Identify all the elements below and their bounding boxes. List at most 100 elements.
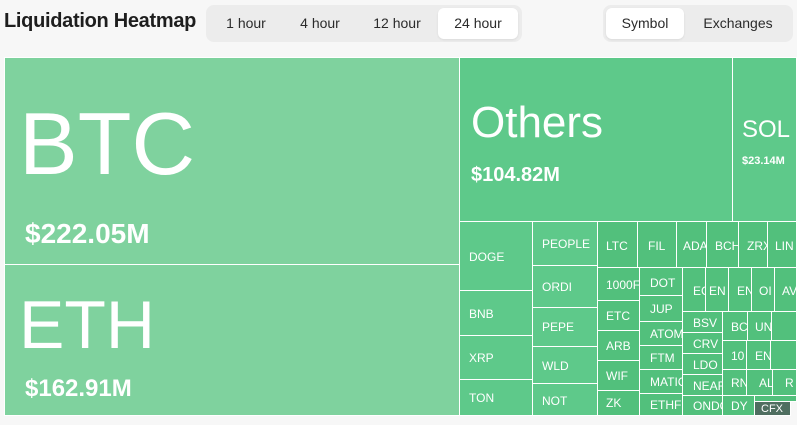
tile-av-label: AV <box>782 284 797 298</box>
tile-eth-symbol: ETH <box>19 287 155 363</box>
tile-ethfi-label: ETHFI <box>650 398 683 412</box>
tile-rn[interactable]: RN <box>722 369 747 396</box>
tab-24-hour[interactable]: 24 hour <box>438 8 518 39</box>
tile-cfx[interactable]: CFX <box>754 401 791 416</box>
tab-1-hour[interactable]: 1 hour <box>210 8 282 39</box>
tile-ton[interactable]: TON <box>459 379 533 416</box>
tile-btc-value: $222.05M <box>25 218 150 249</box>
tile-doge-label: DOGE <box>469 250 505 264</box>
tile-bc-label: BC <box>731 320 748 334</box>
tile-wif-label: WIF <box>606 369 628 383</box>
tile-r[interactable]: R <box>772 369 797 396</box>
tile-others[interactable]: Others $104.82M <box>459 57 733 222</box>
tile-ec[interactable]: EC <box>682 267 706 312</box>
tile-ordi-label: ORDI <box>542 280 572 294</box>
tile-etc[interactable]: ETC <box>597 300 640 331</box>
time-range-selector: 1 hour 4 hour 12 hour 24 hour <box>206 5 522 42</box>
group-by-selector: Symbol Exchanges <box>603 5 793 42</box>
tile-bsv-label: BSV <box>693 316 718 330</box>
tile-ltc-label: LTC <box>606 239 628 253</box>
tile-ltc[interactable]: LTC <box>597 221 638 268</box>
tab-exchanges[interactable]: Exchanges <box>687 8 789 39</box>
tile-av[interactable]: AV <box>774 267 797 312</box>
tile-near-label: NEAR <box>693 379 722 393</box>
tile-zrx[interactable]: ZRX <box>738 221 768 268</box>
tile-matic-label: MATIC <box>650 375 683 389</box>
tile-unlabeled-4[interactable] <box>754 395 797 402</box>
tile-oi[interactable]: OI <box>751 267 775 312</box>
tab-4-hour[interactable]: 4 hour <box>284 8 356 39</box>
tab-12-hour[interactable]: 12 hour <box>358 8 436 39</box>
tile-ldo-label: LDO <box>693 358 718 372</box>
tile-dot-label: DOT <box>650 276 676 290</box>
tile-crv-label: CRV <box>693 337 719 351</box>
tile-bnb[interactable]: BNB <box>459 290 533 336</box>
tile-1000f-label: 1000F <box>606 278 640 292</box>
tile-link-label: LIN <box>775 239 794 253</box>
tile-near[interactable]: NEAR <box>682 374 723 396</box>
tile-bch-label: BCH <box>715 239 739 253</box>
tile-atom[interactable]: ATOM <box>639 321 683 346</box>
tile-ftm[interactable]: FTM <box>639 345 683 370</box>
tile-unlabeled-2[interactable] <box>771 311 797 341</box>
tile-ada[interactable]: ADA <box>676 221 707 268</box>
tile-ldo[interactable]: LDO <box>682 353 723 375</box>
tile-jup-label: JUP <box>650 302 673 316</box>
tile-xrp[interactable]: XRP <box>459 335 533 380</box>
tile-bsv[interactable]: BSV <box>682 311 723 333</box>
tile-ethfi[interactable]: ETHFI <box>639 393 683 416</box>
tile-atom-label: ATOM <box>650 327 683 341</box>
tile-sol-value: $23.14M <box>742 155 785 167</box>
tile-10-label: 10 <box>731 349 745 363</box>
tile-others-symbol: Others <box>471 98 604 147</box>
tile-not[interactable]: NOT <box>532 383 598 416</box>
tile-xrp-label: XRP <box>469 351 494 365</box>
tile-people[interactable]: PEOPLE <box>532 221 598 266</box>
tile-fil[interactable]: FIL <box>637 221 677 268</box>
tile-bnb-label: BNB <box>469 307 494 321</box>
tile-fil-label: FIL <box>648 239 666 253</box>
tile-10[interactable]: 10 <box>722 340 747 370</box>
liquidation-heatmap: BTC $222.05M ETH $162.91M Others $104.82… <box>0 0 797 425</box>
tile-dy[interactable]: DY <box>722 395 755 416</box>
tile-bch[interactable]: BCH <box>706 221 739 268</box>
tile-1000f[interactable]: 1000F <box>597 267 640 301</box>
tile-sol-symbol: SOL <box>742 116 791 143</box>
tile-ordi[interactable]: ORDI <box>532 265 598 308</box>
tab-symbol[interactable]: Symbol <box>606 8 684 39</box>
tile-eth-value: $162.91M <box>25 375 132 402</box>
tile-doge[interactable]: DOGE <box>459 221 533 291</box>
tile-wif[interactable]: WIF <box>597 360 640 391</box>
tile-dot[interactable]: DOT <box>639 267 683 296</box>
tile-unlabeled-3[interactable] <box>770 340 797 370</box>
tile-dy-label: DY <box>731 399 748 413</box>
tile-arb-label: ARB <box>606 339 631 353</box>
tile-ondo[interactable]: ONDO <box>682 395 723 416</box>
tile-pepe[interactable]: PEPE <box>532 307 598 347</box>
tile-zk-label: ZK <box>606 396 622 410</box>
tile-jup[interactable]: JUP <box>639 295 683 322</box>
tile-en-3[interactable]: EN <box>746 340 771 370</box>
tile-sol[interactable]: SOL $23.14M <box>732 57 797 222</box>
tile-crv[interactable]: CRV <box>682 332 723 354</box>
tile-etc-label: ETC <box>606 309 630 323</box>
tile-link[interactable]: LIN <box>767 221 797 268</box>
tile-en[interactable]: EN <box>705 267 729 312</box>
tile-wld-label: WLD <box>542 359 569 373</box>
tile-oi-label: OI <box>759 284 772 298</box>
tile-arb[interactable]: ARB <box>597 330 640 361</box>
tile-rn-label: RN <box>731 376 747 390</box>
tile-bc[interactable]: BC <box>722 311 748 341</box>
tile-ftm-label: FTM <box>650 351 675 365</box>
tile-ondo-label: ONDO <box>693 399 722 413</box>
tile-un[interactable]: UN <box>747 311 772 341</box>
tile-wld[interactable]: WLD <box>532 346 598 384</box>
tile-zk[interactable]: ZK <box>597 390 640 416</box>
tile-al[interactable]: AL <box>746 369 773 396</box>
tile-btc[interactable]: BTC $222.05M <box>4 57 460 265</box>
tile-en-2[interactable]: EN <box>728 267 752 312</box>
tile-eth[interactable]: ETH $162.91M <box>4 264 460 416</box>
page-title: Liquidation Heatmap <box>4 10 197 32</box>
tile-al-label: AL <box>759 376 773 390</box>
tile-matic[interactable]: MATIC <box>639 369 683 394</box>
